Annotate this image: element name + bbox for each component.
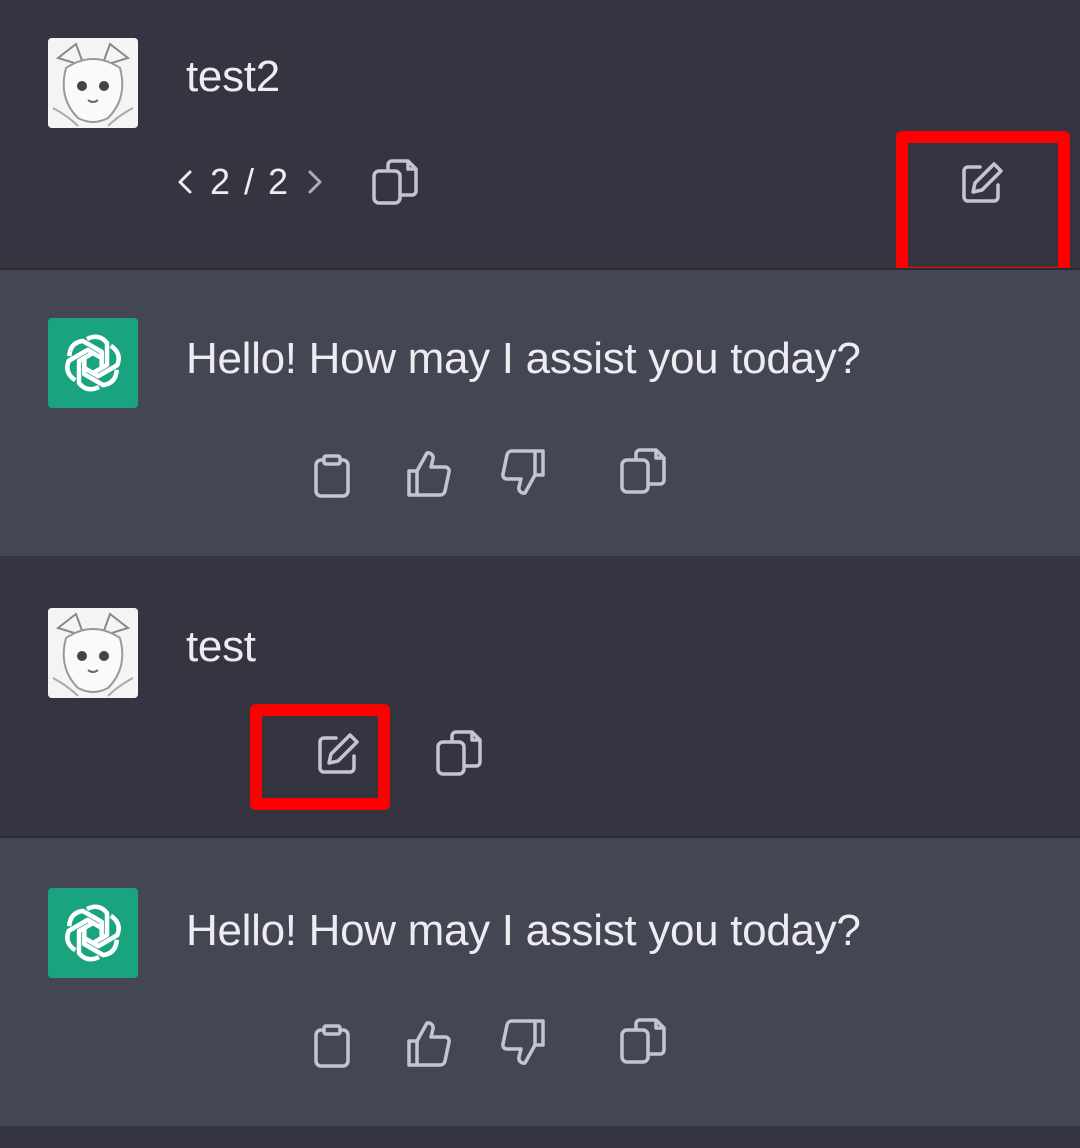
thumbs-up-button[interactable] [400, 446, 456, 502]
edit-button[interactable] [310, 726, 366, 782]
copy-button[interactable] [432, 726, 488, 782]
clipboard-button[interactable] [304, 1018, 360, 1074]
thumbs-down-icon [501, 449, 545, 495]
thumbs-up-icon [407, 451, 451, 497]
copy-icon [620, 448, 666, 494]
message-text: Hello! How may I assist you today? [186, 334, 861, 383]
thumbs-down-button[interactable] [496, 444, 552, 500]
response-pager: 2 / 2 [170, 160, 330, 204]
thumbs-up-icon [407, 1021, 451, 1067]
assistant-avatar [48, 888, 138, 978]
user-avatar [48, 38, 138, 128]
user-avatar [48, 608, 138, 698]
chevron-left-icon[interactable] [170, 160, 200, 204]
message-text: Hello! How may I assist you today? [186, 906, 861, 955]
edit-icon [318, 733, 359, 774]
copy-button[interactable] [616, 444, 672, 500]
copy-icon [436, 730, 482, 776]
clipboard-button[interactable] [304, 448, 360, 504]
thumbs-down-icon [501, 1019, 545, 1065]
user-message: test [0, 556, 1080, 836]
assistant-message: Hello! How may I assist you today? [0, 270, 1080, 556]
edit-button[interactable] [954, 155, 1010, 211]
openai-logo-icon [65, 904, 121, 962]
thumbs-down-button[interactable] [496, 1014, 552, 1070]
message-text: test [186, 622, 256, 671]
message-text: test2 [186, 52, 280, 101]
clipboard-icon [314, 454, 350, 498]
pager-count: 2 / 2 [210, 161, 291, 202]
assistant-avatar [48, 318, 138, 408]
edit-icon [962, 162, 1003, 203]
openai-logo-icon [65, 334, 121, 392]
copy-button[interactable] [368, 155, 424, 211]
chevron-right-icon[interactable] [300, 160, 330, 204]
copy-button[interactable] [616, 1014, 672, 1070]
copy-icon [372, 159, 418, 205]
user-message: test2 2 / 2 [0, 0, 1080, 279]
assistant-message: Hello! How may I assist you today? [0, 838, 1080, 1126]
thumbs-up-button[interactable] [400, 1016, 456, 1072]
copy-icon [620, 1018, 666, 1064]
clipboard-icon [314, 1024, 350, 1068]
next-message-strip [0, 1126, 1080, 1148]
